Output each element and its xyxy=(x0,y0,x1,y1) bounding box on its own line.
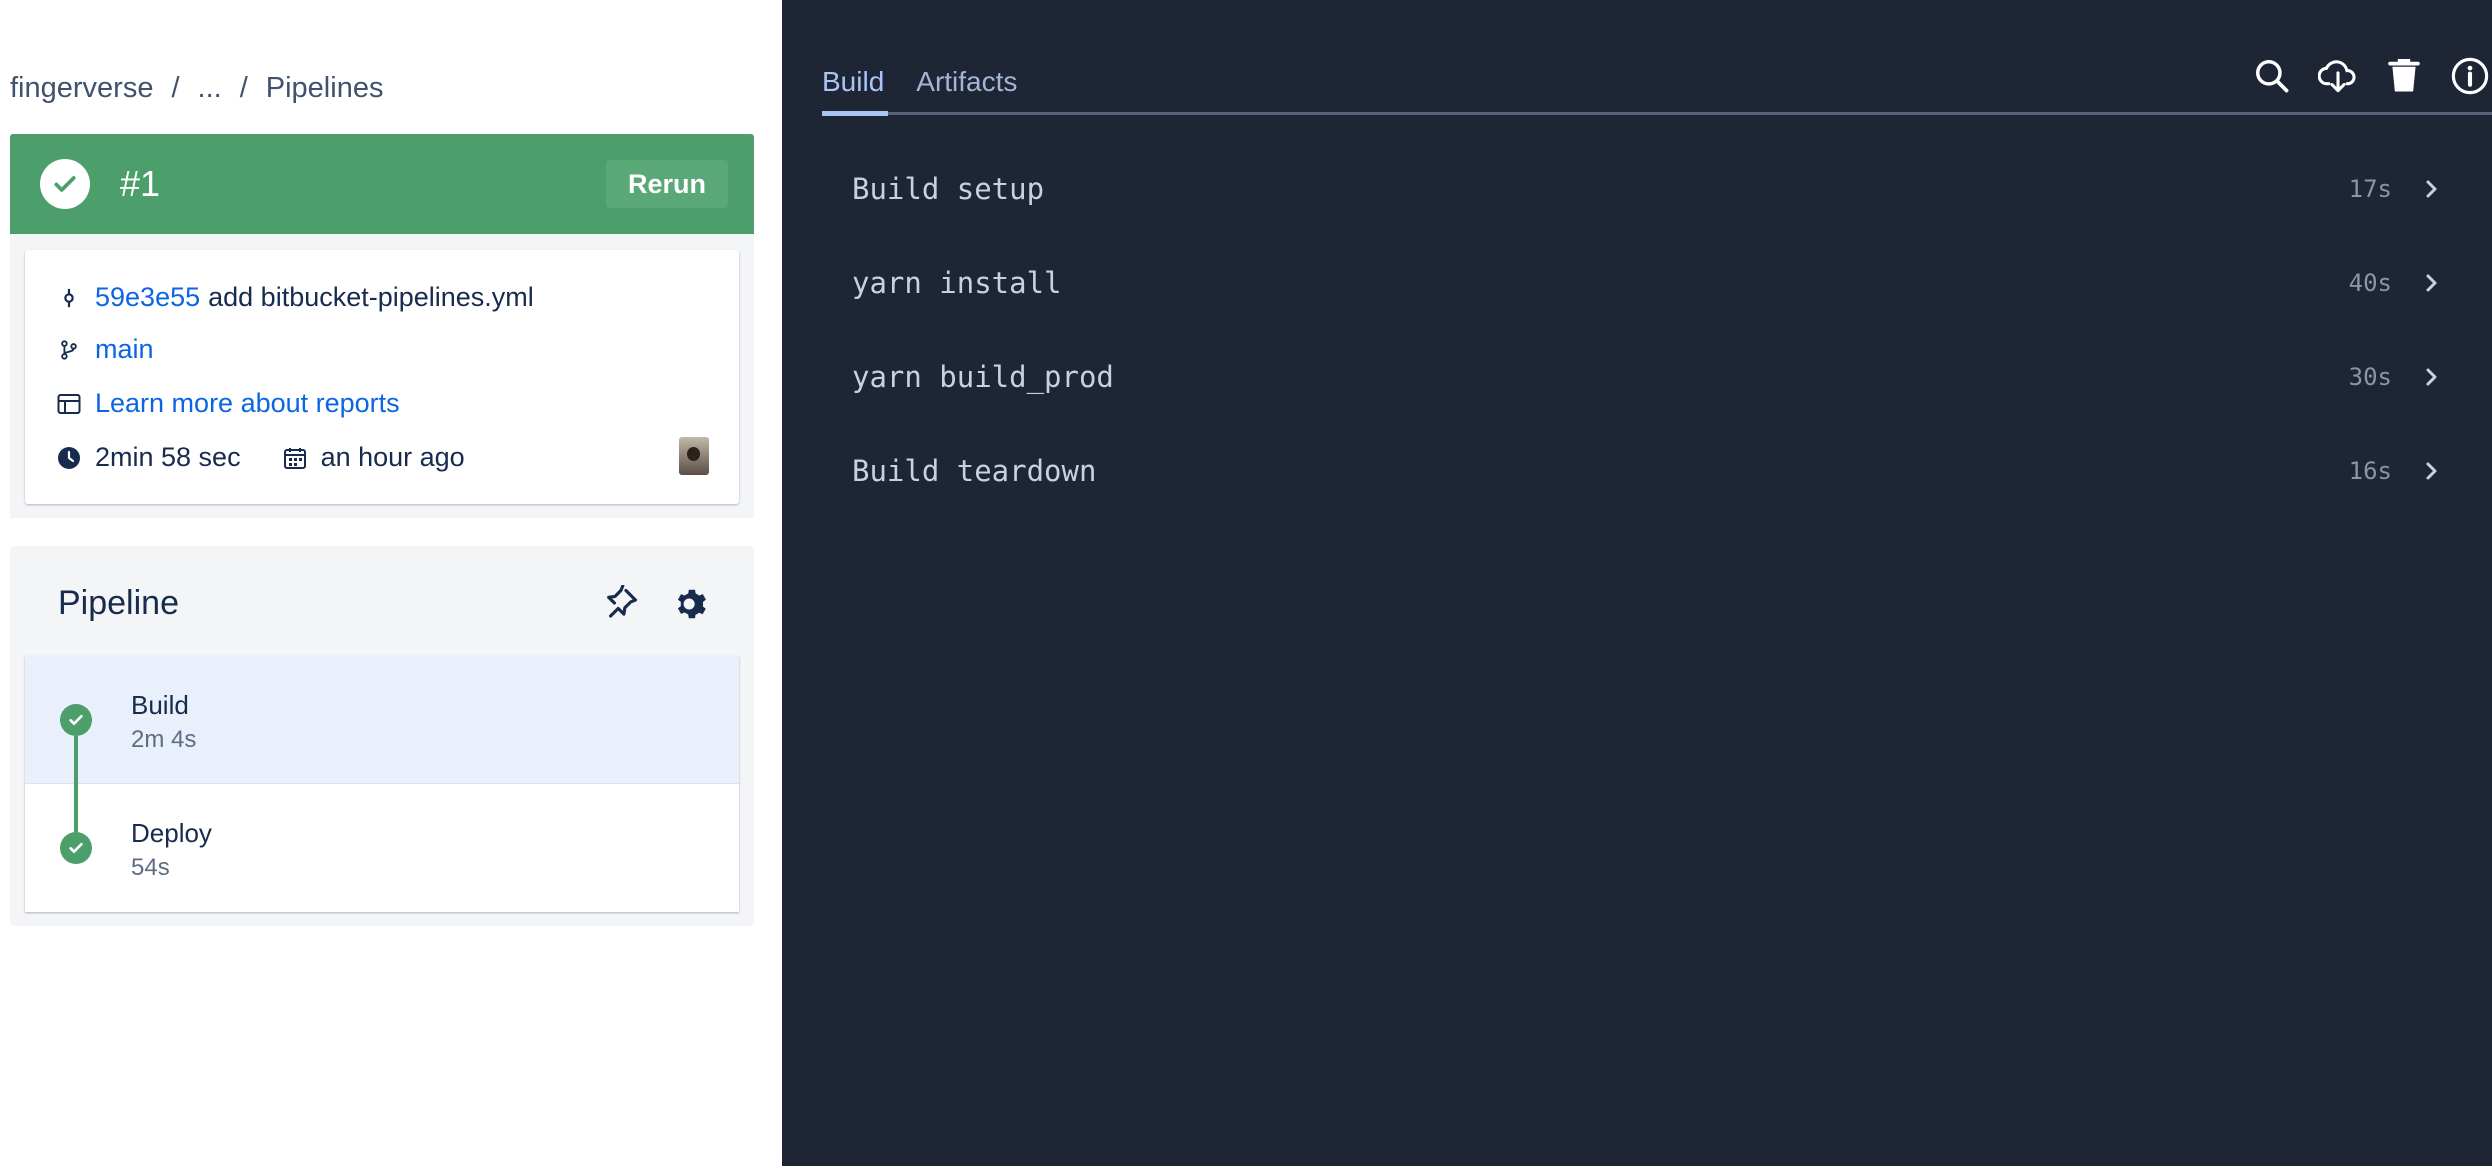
breadcrumb-separator: / xyxy=(171,72,180,104)
download-cloud-icon[interactable] xyxy=(2316,54,2360,98)
log-step-row[interactable]: yarn build_prod 30s xyxy=(822,332,2462,422)
log-step-duration: 40s xyxy=(2348,269,2392,297)
info-icon[interactable] xyxy=(2448,54,2492,98)
active-tab-indicator xyxy=(822,111,888,116)
log-toolbar xyxy=(2250,54,2492,98)
step-name: Deploy xyxy=(131,818,212,848)
breadcrumb-workspace[interactable]: fingerverse xyxy=(10,72,153,105)
commit-icon xyxy=(55,284,83,312)
log-step-label: Build setup xyxy=(852,172,1045,206)
step-success-icon xyxy=(60,704,92,736)
chevron-right-icon xyxy=(2420,459,2444,483)
step-name: Build xyxy=(131,690,189,720)
run-details-container: 59e3e55 add bitbucket-pipelines.yml main… xyxy=(10,234,754,518)
run-number: #1 xyxy=(120,163,161,204)
log-step-duration: 16s xyxy=(2348,457,2392,485)
log-step-row[interactable]: Build teardown 16s xyxy=(822,426,2462,516)
run-duration: 2min 58 sec xyxy=(95,442,241,472)
step-success-icon xyxy=(60,832,92,864)
search-icon[interactable] xyxy=(2250,54,2294,98)
log-step-duration: 17s xyxy=(2348,175,2392,203)
log-step-label: yarn install xyxy=(852,266,1062,300)
rerun-button[interactable]: Rerun xyxy=(605,160,728,208)
run-status-bar: #1 Rerun xyxy=(10,134,754,234)
commit-message: add bitbucket-pipelines.yml xyxy=(208,282,534,312)
pipeline-step-build[interactable]: Build 2m 4s xyxy=(25,656,739,784)
breadcrumb: fingerverse / ... / Pipelines xyxy=(10,72,383,105)
clock-icon xyxy=(55,444,83,472)
log-step-row[interactable]: Build setup 17s xyxy=(822,144,2462,234)
breadcrumb-ellipsis[interactable]: ... xyxy=(198,72,222,105)
run-details-card: 59e3e55 add bitbucket-pipelines.yml main… xyxy=(25,250,739,504)
pin-icon[interactable] xyxy=(600,582,644,626)
reports-icon xyxy=(55,390,83,418)
step-duration: 2m 4s xyxy=(131,726,197,753)
run-started-time: an hour ago xyxy=(320,442,465,472)
step-connector-line xyxy=(74,736,78,832)
success-check-icon xyxy=(40,159,90,209)
pipeline-section: Pipeline Build 2m 4s Deploy 54s xyxy=(10,546,754,926)
pipeline-title: Pipeline xyxy=(58,584,179,622)
branch-icon xyxy=(55,336,83,364)
learn-more-reports-link[interactable]: Learn more about reports xyxy=(95,388,400,419)
chevron-right-icon xyxy=(2420,271,2444,295)
commit-row: 59e3e55 add bitbucket-pipelines.yml xyxy=(55,282,534,313)
breadcrumb-separator: / xyxy=(239,72,248,104)
reports-row: Learn more about reports xyxy=(55,388,400,419)
log-step-duration: 30s xyxy=(2348,363,2392,391)
chevron-right-icon xyxy=(2420,177,2444,201)
branch-link[interactable]: main xyxy=(95,334,154,365)
breadcrumb-pipelines[interactable]: Pipelines xyxy=(266,72,384,105)
trash-icon[interactable] xyxy=(2382,54,2426,98)
log-step-row[interactable]: yarn install 40s xyxy=(822,238,2462,328)
gear-icon[interactable] xyxy=(670,582,714,626)
author-avatar[interactable] xyxy=(679,437,709,475)
calendar-icon xyxy=(281,444,309,472)
pipeline-step-deploy[interactable]: Deploy 54s xyxy=(25,784,739,912)
timing-row: 2min 58 sec an hour ago xyxy=(55,442,465,473)
branch-row: main xyxy=(55,334,154,365)
tab-divider xyxy=(822,112,2492,115)
log-step-label: Build teardown xyxy=(852,454,1097,488)
pipeline-summary-panel: fingerverse / ... / Pipelines #1 Rerun 5… xyxy=(0,0,782,1166)
tab-artifacts[interactable]: Artifacts xyxy=(916,66,1017,110)
log-step-label: yarn build_prod xyxy=(852,360,1114,394)
tab-build[interactable]: Build xyxy=(822,66,884,110)
pipeline-steps-list: Build 2m 4s Deploy 54s xyxy=(25,656,739,912)
log-panel: Build Artifacts Build setup 17s yarn ins… xyxy=(782,0,2492,1166)
log-tabs: Build Artifacts xyxy=(822,66,1017,110)
chevron-right-icon xyxy=(2420,365,2444,389)
step-duration: 54s xyxy=(131,854,170,881)
commit-hash-link[interactable]: 59e3e55 xyxy=(95,282,200,313)
